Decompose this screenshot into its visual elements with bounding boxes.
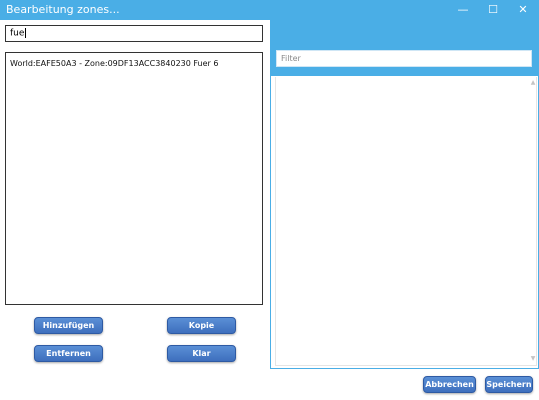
maximize-icon[interactable]: ☐ bbox=[476, 0, 510, 20]
right-list[interactable]: ▲ ▼ bbox=[275, 77, 537, 366]
clear-button[interactable]: Klar bbox=[167, 345, 236, 362]
minimize-icon[interactable]: — bbox=[446, 0, 480, 20]
filter-input[interactable]: Filter bbox=[276, 50, 532, 67]
add-button[interactable]: Hinzufügen bbox=[34, 317, 103, 334]
search-input[interactable]: fue bbox=[5, 25, 263, 42]
save-button[interactable]: Speichern bbox=[485, 376, 533, 393]
window-title: Bearbeitung zones... bbox=[6, 3, 120, 16]
cancel-button[interactable]: Abbrechen bbox=[423, 376, 476, 393]
scroll-up-icon[interactable]: ▲ bbox=[529, 79, 537, 87]
remove-button[interactable]: Entfernen bbox=[34, 345, 103, 362]
list-item[interactable]: World:EAFE50A3 - Zone:09DF13ACC3840230 F… bbox=[10, 59, 218, 68]
zone-list[interactable]: World:EAFE50A3 - Zone:09DF13ACC3840230 F… bbox=[5, 52, 263, 305]
text-caret bbox=[25, 28, 27, 38]
right-panel-header: Filter bbox=[271, 21, 538, 76]
search-input-value: fue bbox=[10, 28, 25, 39]
close-icon[interactable]: ✕ bbox=[506, 0, 539, 20]
scroll-down-icon[interactable]: ▼ bbox=[529, 355, 537, 363]
copy-button[interactable]: Kopie bbox=[167, 317, 236, 334]
title-bar: Bearbeitung zones... — ☐ ✕ bbox=[0, 0, 539, 20]
right-panel: Filter ▲ ▼ bbox=[270, 20, 539, 369]
